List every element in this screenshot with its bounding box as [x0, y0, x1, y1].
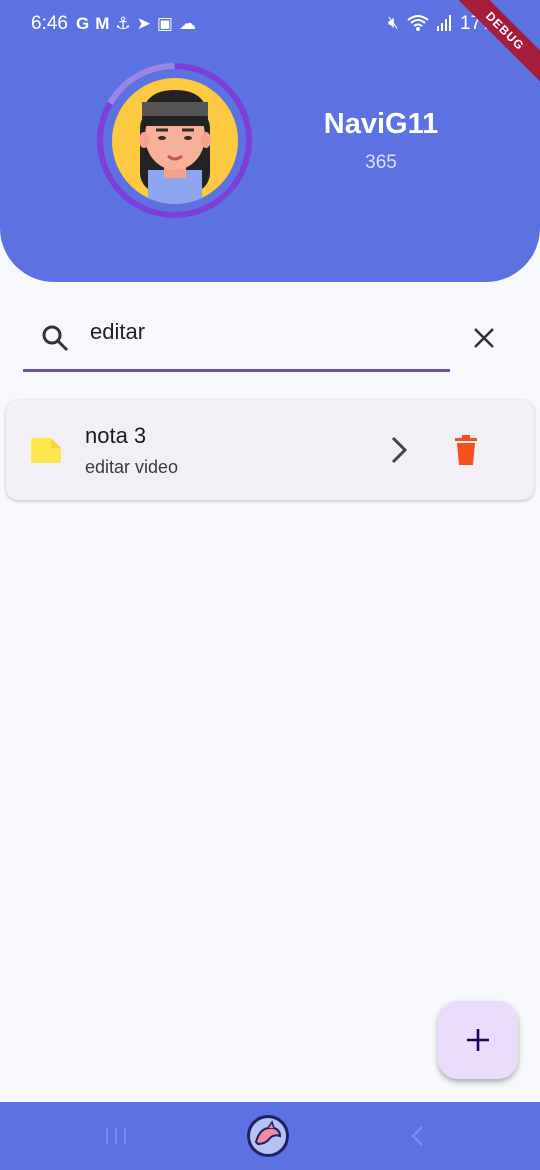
clear-search-button[interactable]: [466, 320, 502, 356]
note-list-item[interactable]: nota 3 editar video: [6, 400, 534, 500]
search-bar: [23, 310, 450, 372]
recents-icon[interactable]: [104, 1126, 128, 1146]
delete-icon[interactable]: [449, 433, 483, 467]
notification-icons: G M ⚓ ➤ ▣ ☁: [76, 13, 196, 35]
user-name: NaviG11: [323, 108, 439, 140]
avatar[interactable]: [112, 78, 238, 204]
cloud-icon: ☁: [178, 14, 196, 33]
note-subtitle: editar video: [85, 457, 179, 477]
search-icon: [42, 325, 69, 352]
telegram-icon: ➤: [136, 14, 151, 33]
system-icons: 🔇︎: [388, 13, 451, 33]
anchor-icon: ⚓: [115, 14, 131, 33]
google-icon: G: [76, 14, 90, 33]
note-icon: [31, 438, 61, 463]
wifi-icon: [407, 15, 429, 31]
status-time: 6:46: [31, 13, 68, 34]
status-bar: 6:46 G M ⚓ ➤ ▣ ☁ 🔇︎ 17%: [0, 0, 540, 52]
navigation-bar: [0, 1102, 540, 1170]
search-input[interactable]: [90, 316, 430, 348]
user-score: 365: [365, 152, 397, 173]
gallery-icon: ▣: [156, 14, 173, 33]
gmail-icon: M: [95, 14, 110, 33]
profile-header: 6:46 G M ⚓ ➤ ▣ ☁ 🔇︎ 17% NaviG11 365: [0, 0, 540, 282]
mute-icon: 🔇︎: [388, 13, 399, 32]
home-dolphin-icon[interactable]: [247, 1115, 289, 1157]
chevron-right-icon[interactable]: [381, 432, 417, 468]
note-title: nota 3: [85, 423, 147, 448]
plus-icon: [467, 1029, 489, 1051]
signal-icon: [436, 15, 451, 31]
back-icon[interactable]: [408, 1124, 428, 1148]
close-icon: [474, 328, 494, 348]
add-note-button[interactable]: [438, 1001, 518, 1079]
